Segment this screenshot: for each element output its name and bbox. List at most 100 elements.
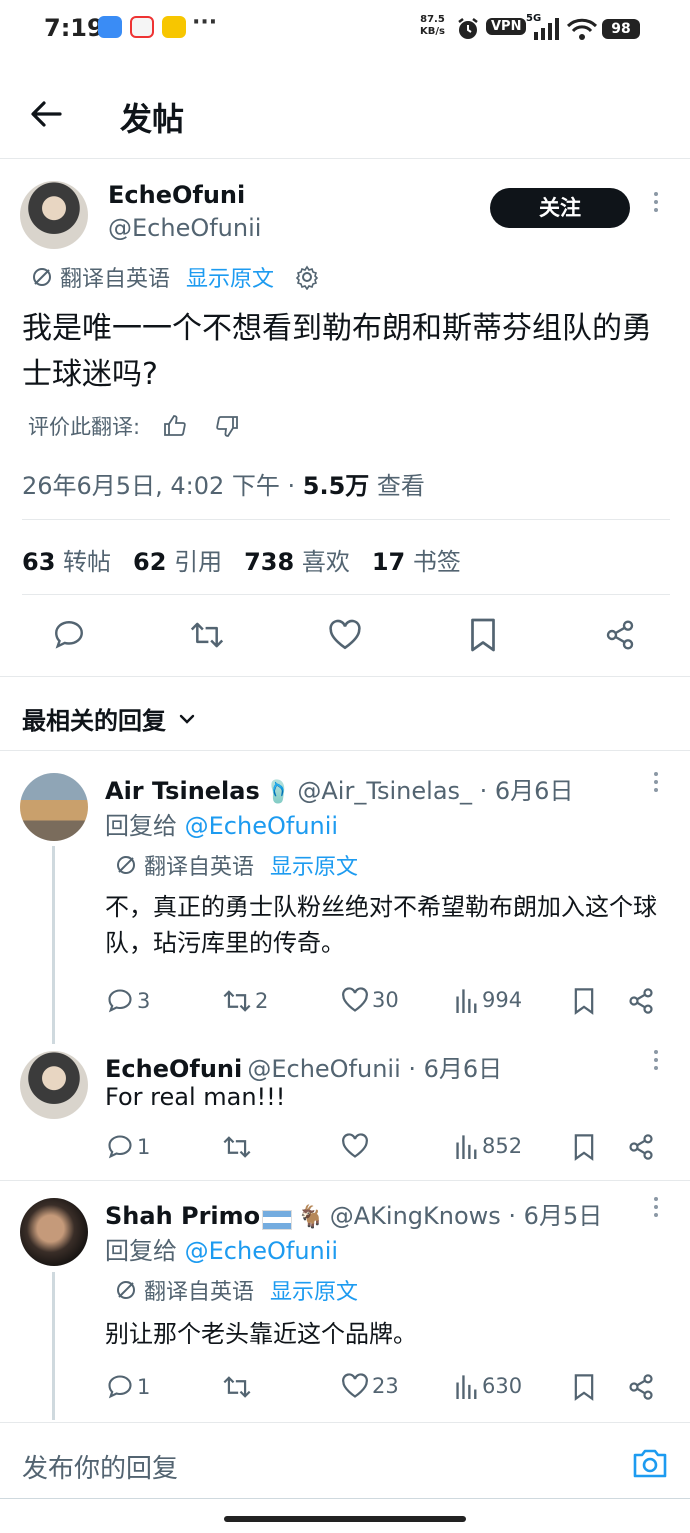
like-heart-icon[interactable] [328,619,362,651]
like-heart-icon [342,987,368,1012]
wifi-icon [566,18,598,40]
bookmark-icon[interactable] [572,1373,596,1401]
repost-action[interactable]: 2 [222,987,268,1015]
avatar[interactable] [20,1198,88,1266]
like-action[interactable] [341,1133,372,1159]
reply-author-handle[interactable]: @AKingKnows · 6月5日 [330,1202,602,1230]
reply-icon [108,1135,132,1159]
mention-link[interactable]: @EcheOfunii [185,812,338,840]
repost-icon[interactable] [189,618,225,652]
follow-button[interactable]: 关注 [490,188,630,228]
share-icon[interactable] [604,618,636,652]
bookmark-icon[interactable] [468,617,498,653]
post-meta: 26年6月5日, 4:02 下午 · 5.5万 查看 [22,466,425,501]
post-author-handle[interactable]: @EcheOfunii [108,214,261,242]
translate-icon [117,1281,135,1299]
reply-author-name[interactable]: EcheOfuni [105,1055,242,1083]
avatar[interactable] [20,1051,88,1119]
repost-icon [223,1136,251,1158]
like-action[interactable]: 23 [341,1373,399,1399]
reply-author-name[interactable]: Shah Primo [105,1202,260,1230]
reply-composer-input[interactable]: 发布你的回复 [22,1448,178,1485]
stat-bookmarks[interactable]: 17 书签 [372,542,483,577]
replies-sort-dropdown[interactable]: 最相关的回复 [22,701,198,736]
repost-icon [223,990,251,1012]
composer-underline [0,1498,690,1499]
views-action[interactable]: 630 [455,1373,522,1399]
reply-author-handle[interactable]: @Air_Tsinelas_ · 6月6日 [297,777,573,805]
views-action[interactable]: 852 [455,1133,522,1159]
reply-author-name[interactable]: Air Tsinelas [105,777,260,805]
views-count: 5.5万 [302,472,370,500]
camera-icon[interactable] [632,1446,668,1480]
reply-icon [108,1375,132,1399]
composer-divider [0,1422,690,1423]
reply-icon[interactable] [52,618,86,652]
translation-bar: 翻译自英语 显示原文 [114,1274,358,1306]
app-notification-icon [162,16,186,38]
avatar[interactable] [20,773,88,841]
show-original-link[interactable]: 显示原文 [186,261,274,293]
post-stats: 63 转帖 62 引用 738 喜欢 17 书签 [22,542,483,577]
reply-action[interactable]: 1 [106,1133,150,1161]
repost-action[interactable] [222,1373,255,1401]
views-label: 查看 [369,472,425,500]
thumbs-down-icon[interactable] [214,413,240,439]
replies-sort-label: 最相关的回复 [22,707,166,735]
reply-action[interactable]: 1 [106,1373,150,1401]
stat-quotes[interactable]: 62 引用 [133,542,244,577]
share-icon[interactable] [627,987,655,1015]
avatar[interactable] [20,181,88,249]
chevron-down-icon [179,714,195,724]
header-divider [0,158,690,159]
like-heart-icon [342,1373,368,1398]
divider [22,519,670,520]
thumbs-up-icon[interactable] [162,413,188,439]
translation-bar: 翻译自英语 显示原文 [30,261,320,293]
post-author-name[interactable]: EcheOfuni [108,181,245,209]
post-text: 我是唯一一个不想看到勒布朗和斯蒂芬组队的勇士球迷吗? [22,311,652,392]
show-original-link[interactable]: 显示原文 [270,1274,358,1306]
bookmark-icon[interactable] [572,1133,596,1161]
divider [0,750,690,751]
translation-bar: 翻译自英语 显示原文 [114,849,358,881]
post-timestamp: 26年6月5日, 4:02 下午 · [22,472,303,500]
home-indicator[interactable] [224,1516,466,1522]
rate-translation-row: 评价此翻译: [28,411,240,441]
status-time: 7:19 [44,14,104,42]
reply-author-handle[interactable]: @EcheOfunii · 6月6日 [247,1055,502,1083]
settings-gear-icon[interactable] [294,264,320,290]
views-chart-icon [456,1135,477,1159]
reply-header: EcheOfuni @EcheOfunii · 6月6日 [105,1049,502,1084]
replying-to: 回复给 @EcheOfunii [105,812,339,840]
bookmark-icon[interactable] [572,987,596,1015]
reply-action[interactable]: 3 [106,987,150,1015]
more-options-icon[interactable] [644,768,668,808]
back-arrow-icon[interactable] [26,94,66,134]
repost-icon [223,1376,251,1398]
page-title: 发帖 [120,100,185,138]
repost-action[interactable] [222,1133,255,1161]
more-options-icon[interactable] [644,188,668,228]
reply-text: For real man!!! [105,1083,286,1111]
rate-translation-label: 评价此翻译: [28,415,141,439]
views-action[interactable]: 994 [455,987,522,1013]
stat-likes[interactable]: 738 喜欢 [244,542,372,577]
vpn-badge: VPN [486,18,527,35]
battery-indicator: 98 [602,19,640,39]
stat-reposts[interactable]: 63 转帖 [22,542,133,577]
show-original-link[interactable]: 显示原文 [270,849,358,881]
divider [22,594,670,595]
share-icon[interactable] [627,1373,655,1401]
flip-flop-emoji: 🩴 [264,780,293,805]
more-options-icon[interactable] [644,1193,668,1233]
mention-link[interactable]: @EcheOfunii [185,1237,338,1265]
more-options-icon[interactable] [644,1046,668,1086]
reply-text: 别让那个老头靠近这个品牌。 [105,1320,417,1348]
like-action[interactable]: 30 [341,987,399,1013]
share-icon[interactable] [627,1133,655,1161]
argentina-flag-icon [262,1209,293,1230]
network-speed: 87.5 KB/s [420,14,445,37]
more-notifications-icon: ··· [192,10,218,35]
app-notification-icon [98,16,122,38]
